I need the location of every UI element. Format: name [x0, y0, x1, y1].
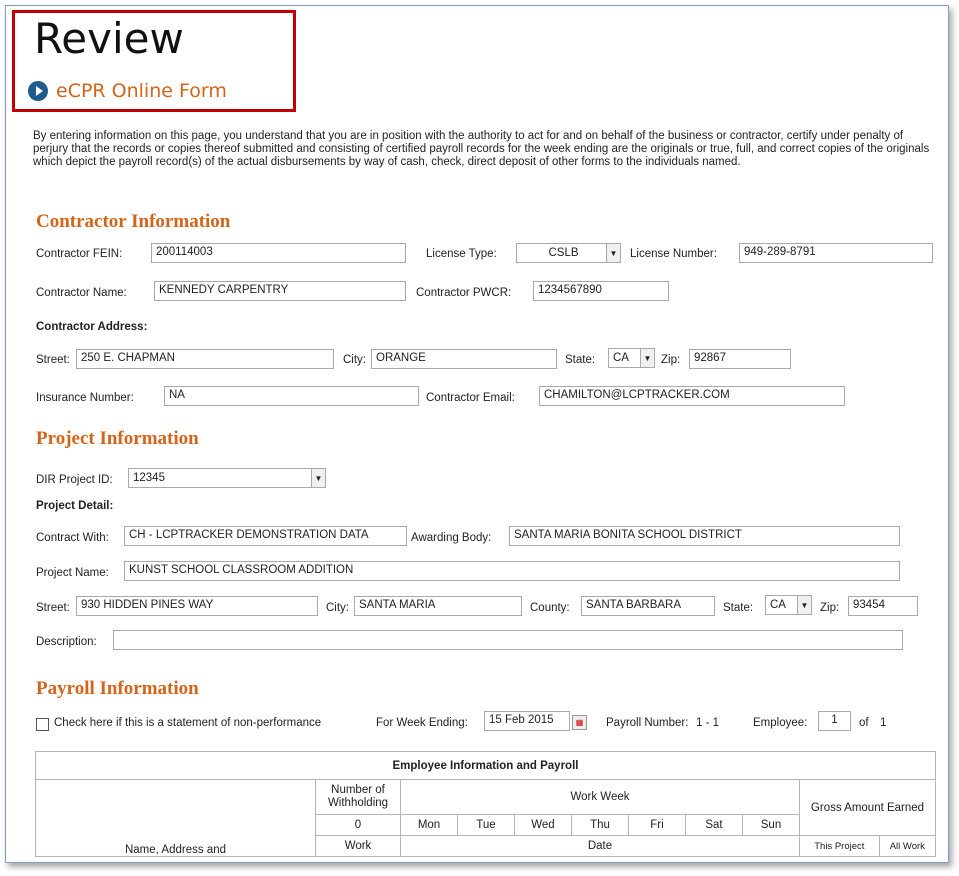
- contractor-fein-field[interactable]: 200114003: [151, 243, 406, 263]
- chevron-down-icon[interactable]: ▼: [311, 469, 325, 487]
- day-header: Sat: [685, 814, 743, 836]
- license-number-field[interactable]: 949-289-8791: [739, 243, 933, 263]
- project-name-label: Project Name:: [36, 567, 109, 579]
- county-field[interactable]: SANTA BARBARA: [581, 596, 715, 616]
- contractor-pwcr-label: Contractor PWCR:: [416, 287, 512, 299]
- project-city-field[interactable]: SANTA MARIA: [354, 596, 522, 616]
- insurance-number-field[interactable]: NA: [164, 386, 419, 406]
- day-header: Mon: [400, 814, 458, 836]
- dir-project-id-select[interactable]: 12345 ▼: [128, 468, 326, 488]
- contract-with-label: Contract With:: [36, 532, 109, 544]
- day-header: Tue: [457, 814, 515, 836]
- of-label: of: [859, 717, 869, 729]
- project-zip-label: Zip:: [820, 602, 840, 614]
- play-circle-icon: [28, 81, 48, 101]
- non-performance-checkbox[interactable]: [36, 718, 49, 731]
- contractor-city-field[interactable]: ORANGE: [371, 349, 557, 369]
- project-street-field[interactable]: 930 HIDDEN PINES WAY: [76, 596, 318, 616]
- payroll-number-label: Payroll Number:: [606, 717, 689, 729]
- description-label: Description:: [36, 636, 97, 648]
- employee-total: 1: [880, 717, 887, 729]
- ecpr-link[interactable]: eCPR Online Form: [28, 80, 227, 102]
- work-header: Work: [315, 835, 401, 857]
- contractor-email-label: Contractor Email:: [426, 392, 515, 404]
- table-title: Employee Information and Payroll: [35, 751, 936, 780]
- day-header: Sun: [742, 814, 800, 836]
- payroll-section-heading: Payroll Information: [36, 678, 199, 699]
- dir-project-id-label: DIR Project ID:: [36, 474, 113, 486]
- withholding-value: 0: [315, 814, 401, 836]
- chevron-down-icon[interactable]: ▼: [797, 596, 811, 614]
- contractor-state-label: State:: [565, 354, 596, 366]
- license-type-value: CSLB: [548, 247, 579, 259]
- date-header: Date: [400, 835, 800, 857]
- chevron-down-icon[interactable]: ▼: [606, 244, 620, 262]
- contractor-zip-field[interactable]: 92867: [689, 349, 791, 369]
- contractor-name-label: Contractor Name:: [36, 287, 127, 299]
- day-header: Thu: [571, 814, 629, 836]
- description-field[interactable]: [113, 630, 903, 650]
- page-title: Review: [34, 14, 184, 63]
- awarding-body-label: Awarding Body:: [411, 532, 492, 544]
- insurance-number-label: Insurance Number:: [36, 392, 134, 404]
- payroll-number-value: 1 - 1: [696, 717, 720, 729]
- this-project-header: This Project: [799, 835, 880, 857]
- project-state-value: CA: [770, 599, 786, 611]
- contractor-section-heading: Contractor Information: [36, 211, 231, 232]
- dir-project-id-value: 12345: [133, 472, 165, 484]
- work-week-header: Work Week: [400, 779, 800, 815]
- employee-field[interactable]: 1: [818, 711, 851, 731]
- chevron-down-icon[interactable]: ▼: [640, 349, 654, 367]
- contract-with-field[interactable]: CH - LCPTRACKER DEMONSTRATION DATA: [124, 526, 407, 546]
- project-zip-field[interactable]: 93454: [848, 596, 918, 616]
- contractor-state-value: CA: [613, 352, 629, 364]
- week-ending-label: For Week Ending:: [376, 717, 468, 729]
- contractor-zip-label: Zip:: [661, 354, 681, 366]
- calendar-icon[interactable]: ▦: [572, 715, 587, 730]
- employee-payroll-table: Employee Information and Payroll Name, A…: [35, 751, 937, 857]
- day-header: Wed: [514, 814, 572, 836]
- contractor-email-field[interactable]: CHAMILTON@LCPTRACKER.COM: [539, 386, 845, 406]
- license-type-select[interactable]: CSLB ▼: [516, 243, 621, 263]
- certification-statement: By entering information on this page, yo…: [33, 130, 930, 168]
- project-name-field[interactable]: KUNST SCHOOL CLASSROOM ADDITION: [124, 561, 900, 581]
- awarding-body-field[interactable]: SANTA MARIA BONITA SCHOOL DISTRICT: [509, 526, 900, 546]
- project-street-label: Street:: [36, 602, 70, 614]
- contractor-address-label: Contractor Address:: [36, 321, 148, 333]
- contractor-street-label: Street:: [36, 354, 70, 366]
- project-state-select[interactable]: CA ▼: [765, 595, 812, 615]
- non-performance-label: Check here if this is a statement of non…: [54, 717, 322, 729]
- employee-label: Employee:: [753, 717, 808, 729]
- gross-amount-header: Gross Amount Earned: [799, 779, 936, 836]
- day-header: Fri: [628, 814, 686, 836]
- contractor-fein-label: Contractor FEIN:: [36, 248, 123, 260]
- form-window: Review eCPR Online Form By entering info…: [5, 5, 949, 863]
- contractor-state-select[interactable]: CA ▼: [608, 348, 655, 368]
- contractor-name-field[interactable]: KENNEDY CARPENTRY: [154, 281, 406, 301]
- county-label: County:: [530, 602, 570, 614]
- license-number-label: License Number:: [630, 248, 717, 260]
- week-ending-field[interactable]: 15 Feb 2015: [484, 711, 570, 731]
- project-section-heading: Project Information: [36, 428, 199, 449]
- project-city-label: City:: [326, 602, 349, 614]
- contractor-city-label: City:: [343, 354, 366, 366]
- all-work-header: All Work: [878, 835, 937, 857]
- withholding-header: Number of Withholding: [315, 779, 401, 815]
- project-state-label: State:: [723, 602, 754, 614]
- ecpr-form-label: eCPR Online Form: [56, 80, 227, 102]
- contractor-street-field[interactable]: 250 E. CHAPMAN: [76, 349, 334, 369]
- project-detail-label: Project Detail:: [36, 500, 114, 512]
- contractor-pwcr-field[interactable]: 1234567890: [533, 281, 669, 301]
- name-address-header: Name, Address and: [35, 779, 316, 857]
- license-type-label: License Type:: [426, 248, 497, 260]
